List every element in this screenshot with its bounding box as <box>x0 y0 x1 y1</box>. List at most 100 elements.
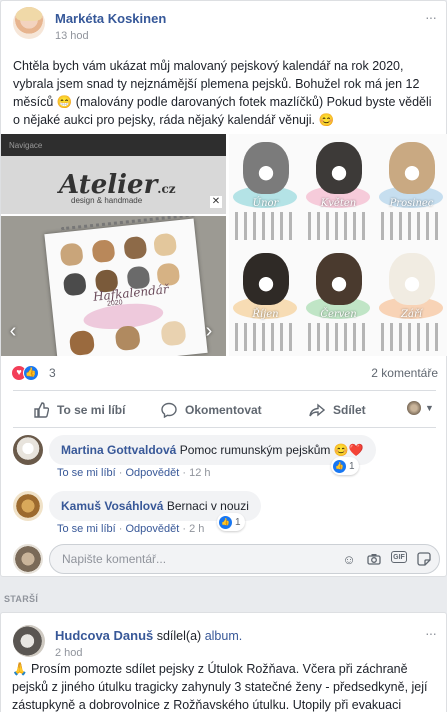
like-button-label: To se mi líbí <box>57 403 126 417</box>
previous-photo-icon[interactable]: ‹ <box>5 320 21 342</box>
comment-meta: To se mi líbí · Odpovědět · 2 h <box>57 523 205 535</box>
sticker-icon[interactable] <box>416 551 432 567</box>
commenter-avatar[interactable] <box>13 435 43 465</box>
share-icon <box>309 403 325 417</box>
comment-time[interactable]: 12 h <box>189 467 210 479</box>
dog-portrait <box>59 242 84 267</box>
month-label: Květen <box>320 198 357 209</box>
month-days-grid <box>235 212 297 240</box>
emoji-icon[interactable]: ☺ <box>341 551 357 567</box>
comment-item: Kamuš Vosáhlová Bernaci v nouzi 👍 1 To s… <box>13 491 436 541</box>
calendar-month-page: Září <box>375 247 447 355</box>
commenter-avatar[interactable] <box>13 491 43 521</box>
like-reaction-icon: 👍 <box>23 365 39 381</box>
month-label: Prosinec <box>389 198 434 209</box>
comment-like-link[interactable]: To se mi líbí <box>57 467 116 479</box>
like-button[interactable]: To se mi líbí <box>33 400 125 420</box>
dog-portrait <box>160 320 187 347</box>
calendar-month-page: Květen <box>302 136 375 244</box>
comments-count-link[interactable]: 2 komentáře <box>371 366 438 380</box>
photo-grid[interactable]: Navigace Atelier.cz design & handmade ✕ <box>1 134 447 356</box>
dog-portrait <box>68 329 96 356</box>
shared-verb: sdílel(a) <box>156 629 202 643</box>
dog-portrait <box>243 253 289 305</box>
comment-time[interactable]: 2 h <box>189 523 204 535</box>
calendar-month-page: Prosinec <box>375 136 447 244</box>
dog-portrait <box>316 253 362 305</box>
month-label: Říjen <box>252 309 279 320</box>
dog-portrait <box>62 272 87 297</box>
comment-button-label: Okomentovat <box>185 403 262 417</box>
older-section-label: STARŠÍ <box>4 594 39 604</box>
calendar-month-page: Říjen <box>229 247 302 355</box>
like-reaction-icon: 👍 <box>219 515 232 529</box>
month-days-grid <box>235 323 297 351</box>
post-author-name[interactable]: Markéta Koskinen <box>55 11 166 26</box>
comment-like-count: 1 <box>235 516 241 528</box>
next-photo-icon[interactable]: › <box>201 320 217 342</box>
comment-composer: Napište komentář... ☺ GIF <box>13 543 440 575</box>
photo-calendar-pages[interactable]: Únor Květen Prosinec Říjen Červen Září <box>229 134 447 356</box>
divider <box>13 427 436 428</box>
chevron-down-icon: ▼ <box>425 403 434 413</box>
post-card: Markéta Koskinen 13 hod ··· Chtěla bych … <box>0 0 447 577</box>
comment-like-badge[interactable]: 👍 1 <box>331 457 359 475</box>
comment-like-count: 1 <box>349 460 355 472</box>
dog-portrait <box>316 142 362 194</box>
month-days-grid <box>308 212 370 240</box>
calendar-month-page: Únor <box>229 136 302 244</box>
dog-portrait <box>389 253 435 305</box>
camera-icon[interactable] <box>366 551 382 567</box>
dog-portrait <box>91 239 116 264</box>
like-reaction-icon: 👍 <box>333 459 346 473</box>
comment-icon <box>161 402 177 418</box>
month-days-grid <box>381 212 443 240</box>
post-text: 🙏 Prosím pomozte sdílet pejsky z Útulok … <box>12 662 428 712</box>
dog-portrait <box>389 142 435 194</box>
comment-text: Pomoc rumunským pejskům 😊❤️ <box>179 443 364 457</box>
gif-icon[interactable]: GIF <box>391 551 407 563</box>
thumbs-up-icon <box>34 402 49 418</box>
close-icon: ✕ <box>210 196 222 208</box>
composer-tools: ☺ GIF <box>341 551 432 567</box>
nav-label: Navigace <box>1 134 226 156</box>
current-user-avatar <box>13 544 43 574</box>
page-avatar <box>407 401 421 415</box>
comment-button[interactable]: Okomentovat <box>161 400 262 420</box>
album-link[interactable]: album. <box>205 629 243 643</box>
comment-bubble: Martina Gottvaldová Pomoc rumunským pejs… <box>49 435 376 465</box>
post-author-name[interactable]: Hudcova Danuš <box>55 628 153 643</box>
post-timestamp[interactable]: 13 hod <box>55 30 89 42</box>
more-options-icon[interactable]: ··· <box>425 9 437 25</box>
post-header: Hudcova Danuš sdílel(a) album. <box>55 628 242 643</box>
reaction-count: 3 <box>49 366 56 380</box>
reaction-audience-selector[interactable]: ▼ <box>407 401 434 415</box>
comment-item: Martina Gottvaldová Pomoc rumunským pejs… <box>13 435 436 485</box>
author-avatar[interactable] <box>13 625 45 657</box>
logo-subtitle: design & handmade <box>71 196 143 205</box>
photo-website-screenshot[interactable]: Navigace Atelier.cz design & handmade ✕ <box>1 134 226 214</box>
author-avatar[interactable] <box>13 7 45 39</box>
post-timestamp[interactable]: 2 hod <box>55 647 83 659</box>
comment-like-link[interactable]: To se mi líbí <box>57 523 116 535</box>
dog-portrait <box>153 232 178 257</box>
month-label: Červen <box>320 309 357 320</box>
more-options-icon[interactable]: ··· <box>425 625 437 641</box>
comment-text: Bernaci v nouzi <box>166 499 249 513</box>
share-button[interactable]: Sdílet <box>309 400 366 420</box>
month-label: Září <box>401 309 422 320</box>
month-label: Únor <box>252 198 279 209</box>
comment-like-badge[interactable]: 👍 1 <box>217 513 245 531</box>
dog-portrait <box>114 324 141 352</box>
commenter-name[interactable]: Kamuš Vosáhlová <box>61 499 163 513</box>
divider <box>13 390 436 391</box>
month-days-grid <box>381 323 443 351</box>
month-days-grid <box>308 323 370 351</box>
share-button-label: Sdílet <box>333 403 366 417</box>
calendar-month-page: Červen <box>302 247 375 355</box>
comment-reply-link[interactable]: Odpovědět <box>125 523 179 535</box>
commenter-name[interactable]: Martina Gottvaldová <box>61 443 176 457</box>
photo-calendar[interactable]: Hafkalendář 2020 <box>1 216 226 356</box>
comment-meta: To se mi líbí · Odpovědět · 12 h <box>57 467 211 479</box>
comment-reply-link[interactable]: Odpovědět <box>125 467 179 479</box>
